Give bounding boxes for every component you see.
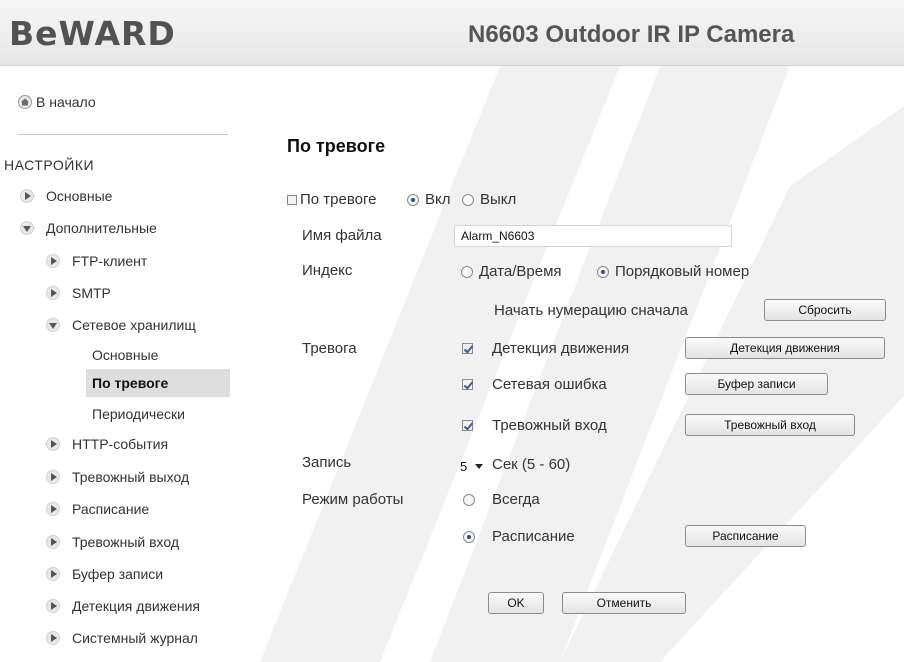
alarm-off-label: Выкл xyxy=(480,191,517,208)
mode-always-radio[interactable] xyxy=(463,494,475,506)
sidebar-item-label: Основные xyxy=(46,188,113,204)
mode-label: Режим работы xyxy=(302,491,404,508)
record-label: Запись xyxy=(302,454,352,471)
sidebar-item-label: Детекция движения xyxy=(72,598,200,614)
index-label: Индекс xyxy=(302,262,353,279)
sidebar: В начало НАСТРОЙКИ Основные Дополнительн… xyxy=(0,66,230,662)
record-unit-label: Сек (5 - 60) xyxy=(492,456,571,473)
filename-label: Имя файла xyxy=(302,227,382,244)
alarm-input-checkbox[interactable] xyxy=(462,420,473,431)
sidebar-divider xyxy=(18,134,228,135)
record-duration-select[interactable]: 5 xyxy=(460,456,484,476)
sidebar-item-label: Тревожный выход xyxy=(72,469,190,485)
mode-schedule-label: Расписание xyxy=(492,528,575,545)
index-sequence-radio[interactable] xyxy=(597,266,609,278)
cancel-button[interactable]: Отменить xyxy=(562,592,686,614)
sidebar-item-advanced[interactable]: Дополнительные xyxy=(20,214,246,242)
sidebar-item-alarm-in[interactable]: Тревожный вход xyxy=(46,528,230,556)
header-bar: BeWARD N6603 Outdoor IR IP Camera xyxy=(0,0,904,66)
net-error-label: Сетевая ошибка xyxy=(492,376,607,393)
buffer-button[interactable]: Буфер записи xyxy=(685,373,828,395)
sidebar-item-label: FTP-клиент xyxy=(72,253,148,269)
filename-input[interactable] xyxy=(454,225,732,247)
alarm-enable-checkbox[interactable] xyxy=(287,195,297,205)
sidebar-item-label: Сетевое хранилищ xyxy=(72,317,196,333)
sidebar-item-label: Расписание xyxy=(72,501,150,517)
index-datetime-label: Дата/Время xyxy=(479,263,562,280)
chevron-right-icon xyxy=(46,502,60,516)
sidebar-item-label: HTTP-события xyxy=(72,436,169,452)
trigger-label: Тревога xyxy=(302,340,357,357)
chevron-right-icon xyxy=(46,599,60,613)
alarm-on-radio[interactable] xyxy=(407,194,419,206)
settings-heading: НАСТРОЙКИ xyxy=(4,157,95,173)
home-link[interactable]: В начало xyxy=(18,94,96,110)
motion-settings-button[interactable]: Детекция движения xyxy=(685,337,885,359)
mode-always-label: Всегда xyxy=(492,491,540,508)
mode-schedule-radio[interactable] xyxy=(463,531,475,543)
sidebar-item-motion[interactable]: Детекция движения xyxy=(46,592,230,620)
sidebar-item-nas[interactable]: Сетевое хранилищ xyxy=(46,311,230,339)
alarm-enable-label: По тревоге xyxy=(300,191,377,208)
motion-checkbox[interactable] xyxy=(462,343,473,354)
sidebar-item-basic[interactable]: Основные xyxy=(20,182,246,210)
record-duration-value: 5 xyxy=(460,458,468,474)
sidebar-item-alarm-out[interactable]: Тревожный выход xyxy=(46,463,230,491)
chevron-right-icon xyxy=(46,470,60,484)
sidebar-item-nas-basic[interactable]: Основные xyxy=(92,341,158,369)
sidebar-item-label: Буфер записи xyxy=(72,566,164,582)
alarm-on-label: Вкл xyxy=(425,191,451,208)
chevron-right-icon xyxy=(20,189,34,203)
ok-button[interactable]: OK xyxy=(488,592,544,614)
camera-title: N6603 Outdoor IR IP Camera xyxy=(468,21,795,48)
sidebar-item-label: Системный журнал xyxy=(72,630,198,646)
brand-logo: BeWARD xyxy=(9,14,176,53)
home-icon xyxy=(18,95,32,109)
sidebar-item-nas-alarm[interactable]: По тревоге xyxy=(86,369,230,397)
index-datetime-radio[interactable] xyxy=(461,266,473,278)
chevron-right-icon xyxy=(46,567,60,581)
alarm-off-radio[interactable] xyxy=(462,194,474,206)
index-sequence-label: Порядковый номер xyxy=(615,263,750,280)
chevron-right-icon xyxy=(46,437,60,451)
chevron-right-icon xyxy=(46,254,60,268)
reset-button[interactable]: Сбросить xyxy=(764,299,886,321)
sidebar-item-label: Дополнительные xyxy=(46,220,157,236)
page-title: По тревоге xyxy=(287,136,386,156)
main-content: По тревоге По тревоге Вкл Выкл Имя файла… xyxy=(230,66,904,662)
sidebar-item-syslog[interactable]: Системный журнал xyxy=(46,624,230,652)
chevron-down-icon xyxy=(475,463,484,469)
sidebar-item-label: SMTP xyxy=(72,285,111,301)
alarm-input-button[interactable]: Тревожный вход xyxy=(685,414,855,436)
chevron-right-icon xyxy=(46,286,60,300)
motion-label: Детекция движения xyxy=(492,340,630,357)
alarm-input-label: Тревожный вход xyxy=(492,417,607,434)
chevron-down-icon xyxy=(20,221,34,235)
sidebar-item-label: Тревожный вход xyxy=(72,534,180,550)
net-error-checkbox[interactable] xyxy=(462,379,473,390)
chevron-right-icon xyxy=(46,631,60,645)
home-label: В начало xyxy=(36,94,96,110)
chevron-down-icon xyxy=(46,318,60,332)
restart-numbering-label: Начать нумерацию сначала xyxy=(494,302,688,319)
chevron-right-icon xyxy=(46,535,60,549)
schedule-button[interactable]: Расписание xyxy=(685,525,806,547)
sidebar-item-nas-periodic[interactable]: Периодически xyxy=(92,400,185,428)
